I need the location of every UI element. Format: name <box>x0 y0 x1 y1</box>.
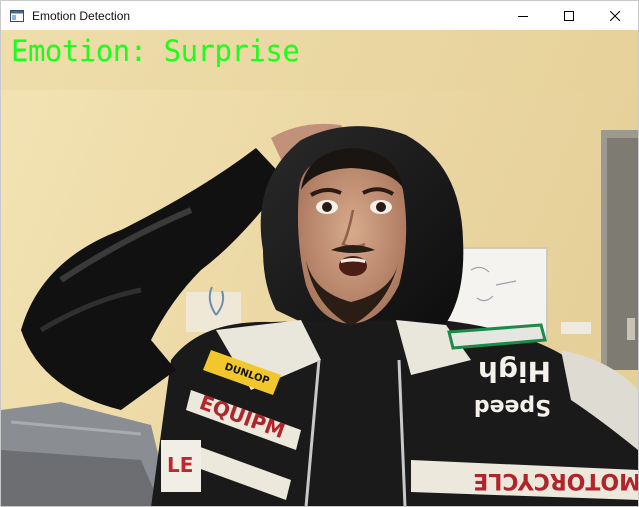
right-pupil <box>376 202 386 212</box>
app-window: Emotion Detection DUNLOP EQUIPM LE High … <box>0 0 639 507</box>
close-icon <box>610 10 620 21</box>
title-bar[interactable]: Emotion Detection <box>1 1 638 30</box>
door-handle <box>627 318 635 340</box>
close-button[interactable] <box>592 1 638 30</box>
wall-paper <box>561 322 591 334</box>
webcam-scene: DUNLOP EQUIPM LE High Speed MOTORCYCLE <box>1 30 638 506</box>
left-bottom-patch-text: LE <box>167 453 193 477</box>
maximize-icon <box>564 10 574 21</box>
right-patch-speed: Speed <box>474 394 551 419</box>
minimize-button[interactable] <box>500 1 546 30</box>
webcam-frame: DUNLOP EQUIPM LE High Speed MOTORCYCLE E… <box>1 30 638 506</box>
left-pupil <box>322 202 332 212</box>
minimize-icon <box>518 15 528 17</box>
window-controls <box>500 1 638 30</box>
app-window-icon <box>9 8 25 24</box>
right-patch-high: High <box>478 355 551 388</box>
emotion-label: Emotion: Surprise <box>11 34 300 68</box>
face <box>297 153 407 324</box>
maximize-button[interactable] <box>546 1 592 30</box>
right-patch-motorcycle: MOTORCYCLE <box>473 468 638 493</box>
window-title: Emotion Detection <box>32 8 131 23</box>
